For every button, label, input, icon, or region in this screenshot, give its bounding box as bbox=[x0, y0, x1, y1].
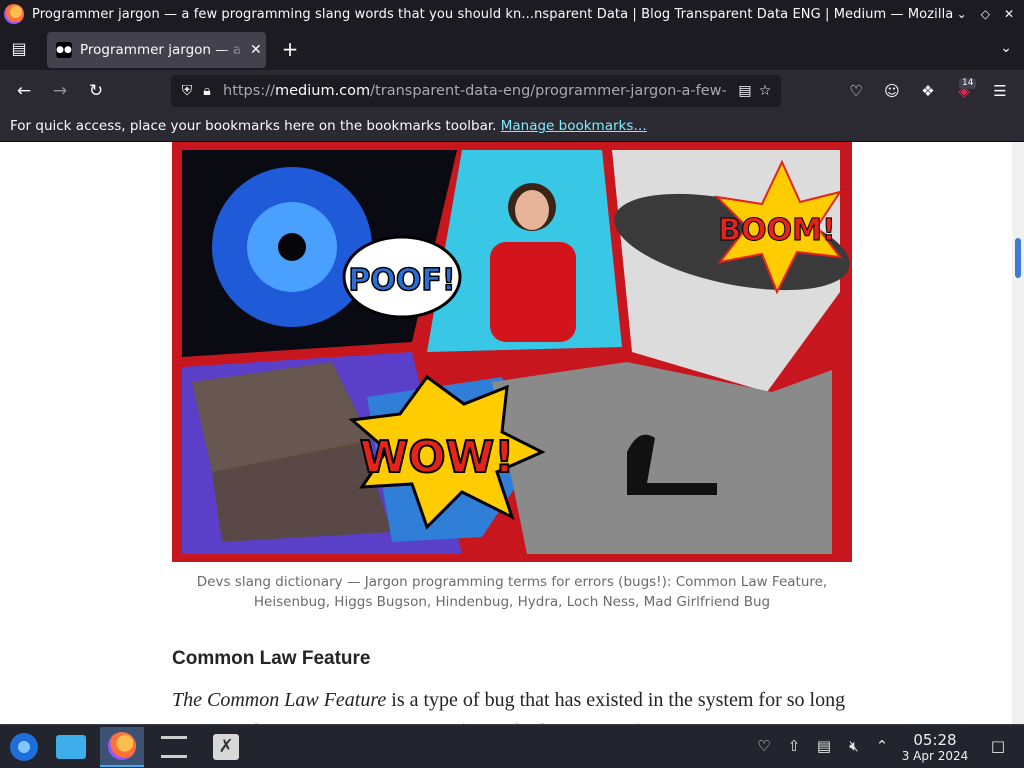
taskbar-clock[interactable]: 05:28 3 Apr 2024 bbox=[900, 731, 970, 763]
extension-count-badge: 14 bbox=[959, 78, 977, 89]
tab-close-icon[interactable]: ✕ bbox=[250, 42, 262, 58]
url-prefix: https:// bbox=[223, 83, 275, 99]
window-titlebar: Programmer jargon — a few programming sl… bbox=[0, 0, 1024, 28]
bookmarks-hint: For quick access, place your bookmarks h… bbox=[10, 118, 501, 134]
back-button[interactable]: ← bbox=[14, 81, 34, 101]
poof-text: POOF! bbox=[348, 263, 455, 298]
sliders-icon bbox=[161, 736, 187, 758]
show-desktop-icon[interactable]: □ bbox=[988, 737, 1008, 755]
url-path: /transparent-data-eng/programmer-jargon-… bbox=[370, 83, 727, 99]
bookmark-star-icon[interactable]: ☆ bbox=[755, 83, 775, 99]
start-orb-icon bbox=[10, 733, 38, 761]
firefox-logo-icon bbox=[4, 4, 24, 24]
firefox-view-icon[interactable]: ▤ bbox=[10, 40, 28, 58]
reader-view-icon[interactable]: ▤ bbox=[735, 83, 755, 99]
clipboard-icon[interactable]: ▤ bbox=[814, 737, 834, 755]
notifications-icon[interactable]: ♡ bbox=[754, 737, 774, 755]
clock-time: 05:28 bbox=[913, 731, 957, 749]
page-content[interactable]: POOF! BOOM! WOW! Devs slang dictionary —… bbox=[0, 142, 1012, 724]
volume-muted-icon[interactable]: 🔇︎ bbox=[844, 737, 864, 755]
taskbar-file-manager[interactable] bbox=[49, 727, 93, 767]
reload-button[interactable]: ↻ bbox=[86, 81, 106, 101]
article-paragraph: The Common Law Feature is a type of bug … bbox=[172, 684, 862, 724]
close-icon[interactable]: ✕ bbox=[1004, 7, 1014, 21]
scrollbar-thumb[interactable] bbox=[1015, 238, 1021, 278]
url-bar[interactable]: ⛨ 🔒︎ https://medium.com/transparent-data… bbox=[171, 75, 781, 107]
start-menu-button[interactable] bbox=[2, 727, 46, 767]
pocket-icon[interactable]: ♡ bbox=[846, 81, 866, 101]
maximize-icon[interactable]: ◇ bbox=[981, 7, 990, 21]
comic-collage-illustration: POOF! BOOM! WOW! bbox=[172, 142, 852, 562]
forward-button[interactable]: → bbox=[50, 81, 70, 101]
url-host: medium.com bbox=[274, 83, 371, 99]
page-scrollbar[interactable] bbox=[1012, 142, 1024, 724]
tab-article[interactable]: ●● Programmer jargon — a few programming… bbox=[47, 32, 266, 68]
clock-date: 3 Apr 2024 bbox=[901, 749, 969, 763]
updates-icon[interactable]: ⇧ bbox=[784, 737, 804, 755]
taskbar-firefox[interactable] bbox=[100, 727, 144, 767]
window-title: Programmer jargon — a few programming sl… bbox=[32, 6, 957, 22]
tracking-protection-icon[interactable]: ⛨ bbox=[177, 83, 197, 99]
wow-text: WOW! bbox=[360, 432, 515, 483]
firefox-icon bbox=[108, 732, 136, 760]
lock-icon[interactable]: 🔒︎ bbox=[197, 83, 217, 99]
navigation-toolbar: ← → ↻ ⛨ 🔒︎ https://medium.com/transparen… bbox=[0, 70, 1024, 112]
manage-bookmarks-link[interactable]: Manage bookmarks… bbox=[501, 118, 647, 134]
list-all-tabs-icon[interactable]: ⌄ bbox=[1000, 40, 1012, 56]
account-icon[interactable]: ☺ bbox=[882, 81, 902, 101]
boom-text: BOOM! bbox=[718, 213, 835, 248]
new-tab-button[interactable]: + bbox=[280, 37, 300, 61]
folder-icon bbox=[56, 735, 86, 759]
bookmarks-toolbar: For quick access, place your bookmarks h… bbox=[0, 112, 1024, 142]
extensions-icon[interactable]: ❖ bbox=[918, 81, 938, 101]
app-menu-icon[interactable]: ☰ bbox=[990, 81, 1010, 101]
article-hero-image: POOF! BOOM! WOW! bbox=[172, 142, 852, 562]
section-heading: Common Law Feature bbox=[172, 648, 371, 669]
medium-favicon-icon: ●● bbox=[56, 42, 72, 58]
taskbar-xapp[interactable]: ✗ bbox=[204, 727, 248, 767]
term-emphasis: The Common Law Feature bbox=[172, 689, 387, 711]
system-taskbar: ✗ ♡ ⇧ ▤ 🔇︎ ⌃ 05:28 3 Apr 2024 □ bbox=[0, 724, 1024, 768]
tray-expand-icon[interactable]: ⌃ bbox=[872, 737, 892, 755]
image-caption: Devs slang dictionary — Jargon programmi… bbox=[196, 574, 828, 610]
minimize-icon[interactable]: ⌄ bbox=[957, 7, 967, 21]
window-controls: ⌄ ◇ ✕ bbox=[957, 7, 1014, 21]
url-text[interactable]: https://medium.com/transparent-data-eng/… bbox=[223, 83, 735, 99]
tab-strip: ▤ ●● Programmer jargon — a few programmi… bbox=[0, 28, 1024, 70]
tab-label: Programmer jargon — a few programming sl… bbox=[80, 42, 246, 58]
taskbar-settings[interactable] bbox=[152, 727, 196, 767]
x-app-icon: ✗ bbox=[213, 734, 239, 760]
